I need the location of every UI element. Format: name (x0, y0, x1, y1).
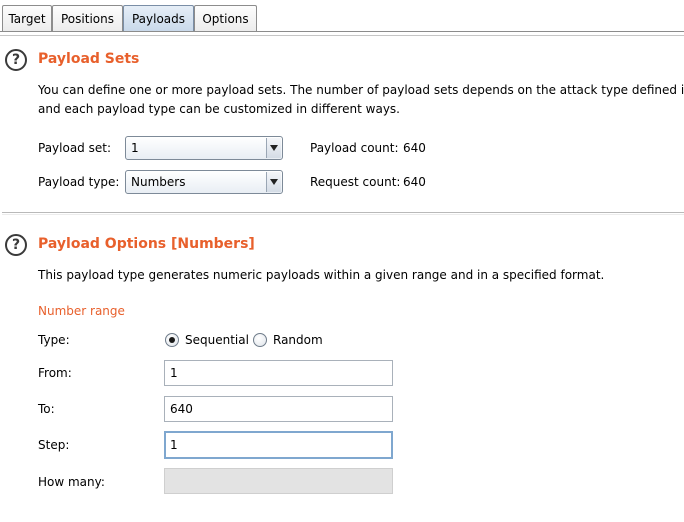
from-input[interactable] (164, 360, 393, 386)
payload-type-value: Numbers (131, 175, 186, 189)
step-label: Step: (38, 438, 70, 452)
tab-options[interactable]: Options (194, 5, 257, 31)
payload-sets-description-line1: You can define one or more payload sets.… (38, 83, 684, 97)
step-input[interactable] (164, 431, 393, 459)
payload-set-value: 1 (131, 141, 139, 155)
payload-type-select[interactable]: Numbers (125, 170, 283, 194)
tab-payloads[interactable]: Payloads (123, 5, 194, 31)
tab-bar: Target Positions Payloads Options (0, 0, 684, 38)
tab-payloads-label: Payloads (131, 11, 186, 26)
payload-options-title: Payload Options [Numbers] (38, 236, 255, 252)
tab-options-label: Options (202, 11, 249, 26)
payload-sets-description-line2: and each payload type can be customized … (38, 102, 400, 116)
radio-random-label[interactable]: Random (273, 333, 323, 347)
chevron-down-icon (266, 172, 281, 192)
section-divider (2, 212, 684, 213)
tab-positions[interactable]: Positions (52, 5, 123, 31)
payload-count-value: 640 (403, 141, 426, 155)
tab-target[interactable]: Target (2, 5, 52, 31)
tab-bar-shadow (0, 35, 684, 36)
payload-options-description: This payload type generates numeric payl… (38, 268, 605, 282)
from-label: From: (38, 366, 72, 380)
help-icon[interactable]: ? (5, 234, 27, 256)
payload-set-label: Payload set: (38, 141, 111, 155)
chevron-down-icon (266, 138, 281, 158)
tab-positions-label: Positions (61, 11, 114, 26)
radio-sequential[interactable] (165, 333, 179, 347)
tab-bar-border (0, 31, 684, 32)
section-divider-shadow (2, 214, 684, 215)
tab-target-label: Target (8, 11, 46, 26)
type-label: Type: (38, 333, 70, 347)
radio-sequential-label[interactable]: Sequential (185, 333, 249, 347)
help-icon[interactable]: ? (5, 49, 27, 71)
payload-set-select[interactable]: 1 (125, 136, 283, 160)
payload-count-label: Payload count: (310, 141, 399, 155)
how-many-label: How many: (38, 475, 105, 489)
radio-random[interactable] (253, 333, 267, 347)
how-many-input (164, 468, 393, 494)
payload-sets-title: Payload Sets (38, 51, 140, 67)
request-count-value: 640 (403, 175, 426, 189)
to-input[interactable] (164, 396, 393, 422)
payload-type-label: Payload type: (38, 175, 120, 189)
request-count-label: Request count: (310, 175, 401, 189)
to-label: To: (38, 402, 55, 416)
number-range-heading: Number range (38, 304, 125, 318)
